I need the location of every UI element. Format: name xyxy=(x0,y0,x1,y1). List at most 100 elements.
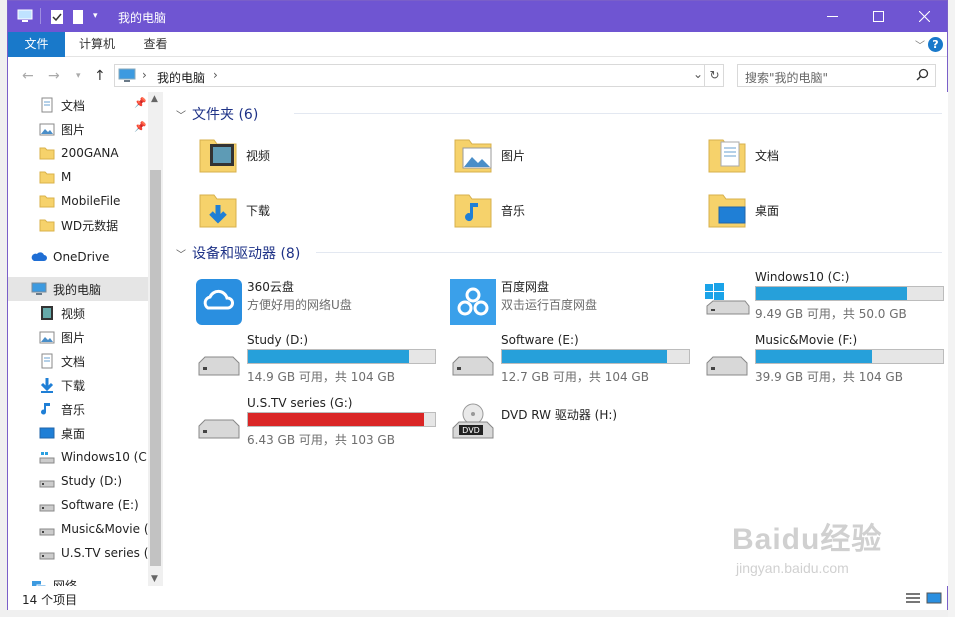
nav-item-pictures[interactable]: 图片 xyxy=(8,325,148,349)
ribbon-tabs: 文件 计算机 查看 ﹀ ? xyxy=(8,32,947,57)
capacity-bar xyxy=(247,412,436,427)
maximize-button[interactable] xyxy=(855,1,901,32)
folder-item-documents[interactable]: 文档 xyxy=(707,134,779,177)
devices-group-header[interactable]: ﹀ 设备和驱动器 (8) xyxy=(176,243,300,263)
documents-folder-icon xyxy=(707,134,747,177)
svg-text:DVD: DVD xyxy=(462,426,480,435)
watermark-brand: Baidu经验 xyxy=(732,523,883,556)
properties-icon[interactable] xyxy=(50,9,64,28)
scrollbar-thumb[interactable] xyxy=(150,170,161,566)
device-drive-g[interactable]: U.S.TV series (G:) 6.43 GB 可用，共 103 GB xyxy=(195,396,445,448)
up-arrow-icon[interactable]: ↑ xyxy=(94,68,106,84)
folder-item-pictures[interactable]: 图片 xyxy=(453,134,525,177)
nav-item-label: WD元数据 xyxy=(61,218,119,233)
capacity-bar xyxy=(755,349,944,364)
forward-arrow-icon[interactable]: → xyxy=(48,68,60,84)
nav-item-label: U.S.TV series ( xyxy=(61,546,148,560)
downloads-folder-icon xyxy=(198,189,238,232)
new-folder-icon[interactable] xyxy=(72,9,84,28)
tab-computer[interactable]: 计算机 xyxy=(65,32,129,57)
nav-item-network[interactable]: 网络 xyxy=(8,573,148,586)
address-bar[interactable]: › 我的电脑 › ⌄ ↻ xyxy=(114,64,724,87)
chevron-down-icon[interactable]: ﹀ xyxy=(176,107,186,122)
device-drive-e[interactable]: Software (E:) 12.7 GB 可用，共 104 GB xyxy=(449,333,699,385)
chevron-right-icon[interactable]: › xyxy=(142,68,147,82)
music-icon xyxy=(39,401,55,417)
device-drive-c[interactable]: Windows10 (C:) 9.49 GB 可用，共 50.0 GB xyxy=(703,270,948,322)
nav-item-drive-g[interactable]: U.S.TV series ( xyxy=(8,541,148,565)
customize-toolbar-icon[interactable]: ▾ xyxy=(93,11,98,21)
nav-item-label: 图片 xyxy=(61,122,86,137)
folder-icon xyxy=(39,169,55,185)
nav-item-label: Windows10 (C: xyxy=(61,450,148,464)
refresh-icon[interactable]: ↻ xyxy=(704,64,724,87)
nav-item-videos[interactable]: 视频 xyxy=(8,301,148,325)
dvd-drive-icon: DVD xyxy=(449,400,497,447)
folder-item-downloads[interactable]: 下载 xyxy=(198,189,270,232)
chevron-right-icon[interactable]: › xyxy=(213,68,218,82)
nav-scrollbar[interactable]: ▲ ▼ xyxy=(148,92,163,586)
close-button[interactable] xyxy=(901,1,947,32)
nav-item-music[interactable]: 音乐 xyxy=(8,397,148,421)
details-view-icon[interactable] xyxy=(905,592,921,607)
group-title: 设备和驱动器 (8) xyxy=(192,246,301,262)
folder-icon xyxy=(39,193,55,209)
folder-item-videos[interactable]: 视频 xyxy=(198,134,270,177)
hard-drive-icon xyxy=(703,351,751,384)
document-icon xyxy=(39,97,55,113)
nav-item-folder[interactable]: WD元数据 xyxy=(8,213,148,237)
window-title: 我的电脑 xyxy=(118,11,167,25)
nav-item-label: MobileFile xyxy=(61,194,121,208)
folder-item-music[interactable]: 音乐 xyxy=(453,189,525,232)
nav-item-folder[interactable]: MobileFile xyxy=(8,189,148,213)
nav-item-label: 我的电脑 xyxy=(53,282,102,297)
chevron-down-icon[interactable]: ⌄ xyxy=(693,67,703,81)
nav-item-folder[interactable]: M xyxy=(8,165,148,189)
scroll-down-icon[interactable]: ▼ xyxy=(151,574,158,584)
expand-ribbon-icon[interactable]: ﹀ xyxy=(915,37,925,52)
tab-view[interactable]: 查看 xyxy=(129,32,182,57)
nav-item-label: Software (E:) xyxy=(61,498,139,512)
device-drive-f[interactable]: Music&Movie (F:) 39.9 GB 可用，共 104 GB xyxy=(703,333,948,385)
pin-icon[interactable]: 📌 xyxy=(134,122,146,133)
large-icons-view-icon[interactable] xyxy=(926,592,942,607)
folders-group-header[interactable]: ﹀ 文件夹 (6) xyxy=(176,104,258,124)
scroll-up-icon[interactable]: ▲ xyxy=(151,94,158,104)
group-divider xyxy=(316,252,942,253)
device-drive-d[interactable]: Study (D:) 14.9 GB 可用，共 104 GB xyxy=(195,333,445,385)
nav-item-onedrive[interactable]: OneDrive xyxy=(8,245,148,269)
pin-icon[interactable]: 📌 xyxy=(134,98,146,109)
title-bar[interactable]: ▾ 我的电脑 xyxy=(8,1,947,32)
nav-item-downloads[interactable]: 下载 xyxy=(8,373,148,397)
folder-label: 文档 xyxy=(755,149,780,163)
search-icon[interactable] xyxy=(916,68,929,84)
help-icon[interactable]: ? xyxy=(928,37,943,52)
nav-item-label: 网络 xyxy=(53,578,78,587)
device-dvd-drive[interactable]: DVD DVD RW 驱动器 (H:) xyxy=(449,396,699,448)
device-subtitle: 9.49 GB 可用，共 50.0 GB xyxy=(755,307,907,321)
device-baidu-netdisk[interactable]: 百度网盘 双击运行百度网盘 xyxy=(449,278,699,326)
folder-item-desktop[interactable]: 桌面 xyxy=(707,189,779,232)
breadcrumb-current[interactable]: 我的电脑 xyxy=(157,69,205,86)
search-input[interactable]: 搜索"我的电脑" xyxy=(737,64,936,87)
recent-locations-icon[interactable]: ▾ xyxy=(76,71,81,81)
nav-item-documents-quick[interactable]: 文档 📌 xyxy=(8,93,148,117)
nav-item-drive-f[interactable]: Music&Movie ( xyxy=(8,517,148,541)
device-360-cloud[interactable]: 360云盘 方便好用的网络U盘 xyxy=(195,278,445,326)
nav-item-this-pc[interactable]: 我的电脑 xyxy=(8,277,148,301)
hard-drive-icon xyxy=(195,414,243,447)
pictures-icon xyxy=(39,121,55,137)
nav-item-pictures-quick[interactable]: 图片 📌 xyxy=(8,117,148,141)
tab-file[interactable]: 文件 xyxy=(8,32,65,57)
minimize-button[interactable] xyxy=(809,1,855,32)
nav-item-drive-d[interactable]: Study (D:) xyxy=(8,469,148,493)
nav-item-folder[interactable]: 200GANA xyxy=(8,141,148,165)
nav-item-desktop[interactable]: 桌面 xyxy=(8,421,148,445)
nav-item-drive-c[interactable]: Windows10 (C: xyxy=(8,445,148,469)
back-arrow-icon[interactable]: ← xyxy=(22,68,34,84)
chevron-down-icon[interactable]: ﹀ xyxy=(176,246,186,261)
nav-item-drive-e[interactable]: Software (E:) xyxy=(8,493,148,517)
computer-icon xyxy=(118,68,136,86)
content-pane: ﹀ 文件夹 (6) 视频 图片 文档 下载 音乐 桌面 ﹀ 设备和驱动器 (8)… xyxy=(164,92,948,586)
nav-item-documents[interactable]: 文档 xyxy=(8,349,148,373)
